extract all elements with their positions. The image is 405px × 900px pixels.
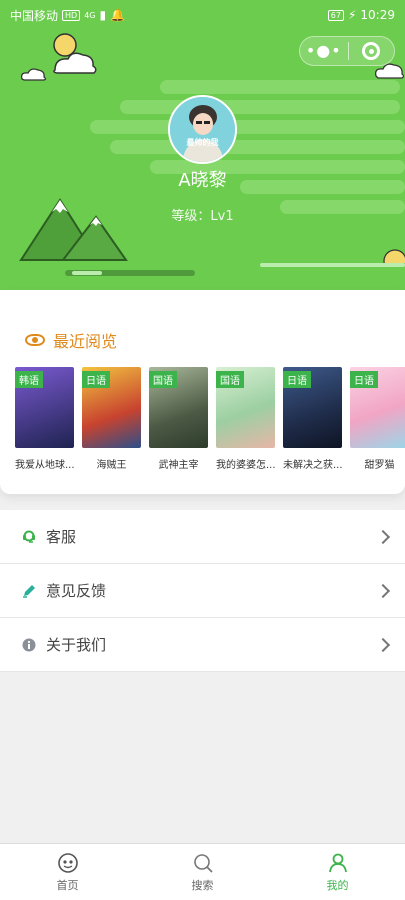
poster-item[interactable]: 日语 未解决之获... [283, 367, 342, 471]
menu-item-feedback[interactable]: 意见反馈 [0, 564, 405, 618]
user-level: 等级：Lv1 [171, 209, 234, 224]
poster-image[interactable]: 国语 [149, 367, 208, 448]
decorative-bar [72, 271, 102, 275]
mini-program-capsule: •●• [299, 36, 395, 66]
menu-item-about[interactable]: 关于我们 [0, 618, 405, 672]
settings-menu: 客服 意见反馈 关于我们 [0, 510, 405, 672]
poster-title: 我爱从地球... [15, 460, 74, 471]
decorative-bar [260, 263, 405, 267]
recent-header: 最近阅览 [25, 328, 117, 352]
language-tag: 国语 [216, 371, 244, 388]
nav-mine-label: 我的 [326, 878, 349, 892]
poster-title: 甜罗猫 [364, 460, 395, 471]
poster-image[interactable]: 日语 [350, 367, 405, 448]
bottom-nav: 首页 搜索 我的 [0, 843, 405, 900]
poster-image[interactable]: 国语 [216, 367, 275, 448]
chevron-right-icon [375, 583, 391, 598]
avatar-caption: 最帅的我 [186, 138, 219, 147]
avatar-person-icon [170, 97, 235, 162]
poster-image[interactable]: 日语 [82, 367, 141, 448]
avatar[interactable]: 最帅的我 [168, 95, 237, 164]
poster-item[interactable]: 韩语 我爱从地球... [15, 367, 74, 471]
language-tag: 日语 [283, 371, 311, 388]
nav-search-label: 搜索 [191, 878, 214, 892]
info-icon [22, 638, 36, 652]
close-mini-program-icon[interactable] [348, 42, 394, 60]
signal-label: 4G [84, 10, 96, 20]
chevron-right-icon [375, 637, 391, 652]
battery-icon: 67 [327, 9, 344, 21]
charging-icon: ⚡ [347, 8, 357, 22]
carrier-label: 中国移动 [10, 8, 59, 23]
menu-label: 意见反馈 [46, 582, 107, 600]
customer-service-icon [22, 530, 36, 544]
feedback-pen-icon [22, 584, 36, 598]
cloud-icon [20, 68, 47, 81]
menu-label: 关于我们 [46, 636, 107, 654]
signal-bars-icon: ▮ [99, 8, 107, 22]
poster-title: 海贼王 [96, 460, 127, 471]
search-icon [193, 853, 213, 873]
menu-label: 客服 [46, 528, 77, 546]
poster-image[interactable]: 日语 [283, 367, 342, 448]
language-tag: 日语 [350, 371, 378, 388]
recent-viewing-card: 最近阅览 韩语 我爱从地球... 日语 海贼王 国语 武神主宰 国语 我的婆婆怎… [0, 290, 405, 494]
nav-home[interactable]: 首页 [0, 844, 135, 900]
menu-item-customer-service[interactable]: 客服 [0, 510, 405, 564]
nav-mine[interactable]: 我的 [270, 844, 405, 900]
sun-icon [383, 249, 405, 263]
nav-home-label: 首页 [56, 878, 79, 892]
user-icon [328, 853, 347, 872]
language-tag: 韩语 [15, 371, 43, 388]
poster-item[interactable]: 国语 我的婆婆怎... [216, 367, 275, 471]
chevron-right-icon [375, 529, 391, 544]
language-tag: 国语 [149, 371, 177, 388]
notification-icon: 🔔 [110, 8, 126, 22]
status-bar: 中国移动 HD 4G ▮ 🔔 67 ⚡ 10:29 [0, 0, 405, 30]
recent-poster-list: 韩语 我爱从地球... 日语 海贼王 国语 武神主宰 国语 我的婆婆怎... 日… [15, 367, 405, 471]
poster-item[interactable]: 国语 武神主宰 [149, 367, 208, 471]
username: A晓黎 [178, 170, 227, 191]
home-face-icon [57, 852, 78, 873]
poster-title: 未解决之获... [283, 460, 342, 471]
poster-item[interactable]: 日语 甜罗猫 [350, 367, 405, 471]
poster-item[interactable]: 日语 海贼王 [82, 367, 141, 471]
poster-title: 我的婆婆怎... [216, 460, 275, 471]
more-options-icon[interactable]: •●• [300, 37, 348, 65]
language-tag: 日语 [82, 371, 110, 388]
poster-title: 武神主宰 [158, 460, 199, 471]
profile-header: •●• 最帅的我 A晓黎 等级：Lv1 [0, 0, 405, 300]
poster-image[interactable]: 韩语 [15, 367, 74, 448]
nav-search[interactable]: 搜索 [135, 844, 270, 900]
clock: 10:29 [360, 8, 395, 22]
recent-title: 最近阅览 [53, 332, 118, 351]
hd-badge: HD [62, 9, 81, 21]
eye-icon [25, 334, 45, 346]
